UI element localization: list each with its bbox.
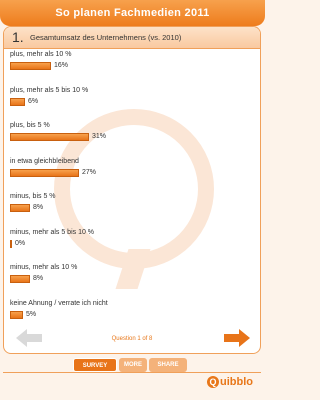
question-text: Gesamtumsatz des Unternehmens (vs. 2010) [30, 33, 182, 42]
answer-label: plus, mehr als 10 % [10, 51, 72, 58]
answer-percent: 8% [33, 204, 44, 211]
answer-percent: 0% [15, 239, 26, 247]
question-header: 1. Gesamtumsatz des Unternehmens (vs. 20… [4, 27, 260, 49]
answer-bar [10, 97, 25, 106]
answer-bar [10, 62, 51, 70]
next-question-button[interactable] [224, 329, 250, 347]
question-panel: 1. Gesamtumsatz des Unternehmens (vs. 20… [3, 26, 261, 354]
question-pager: Question 1 of 8 [111, 336, 153, 342]
answer-label: plus, bis 5 % [10, 122, 50, 129]
question-number: 1. [12, 29, 24, 45]
answer-percent: 5% [26, 310, 37, 318]
answer-label: minus, bis 5 % [10, 193, 56, 200]
answer-label: keine Ahnung / verrate ich nicht [10, 299, 108, 307]
answer-label: minus, mehr als 10 % [10, 264, 78, 271]
quibblo-logo-mark: Q [207, 376, 219, 389]
answer-item: plus, mehr als 5 bis 10 % 6% [10, 87, 250, 123]
quibblo-logo[interactable]: Quibblo [207, 376, 253, 389]
answer-item: minus, mehr als 10 % 8% [10, 264, 250, 300]
answer-label: plus, mehr als 5 bis 10 % [10, 86, 89, 94]
quibblo-logo-text: uibblo [220, 376, 253, 388]
answer-percent: 6% [28, 97, 39, 105]
answer-list: plus, mehr als 10 % 16% plus, mehr als 5… [10, 51, 250, 335]
answer-bar [10, 168, 79, 177]
answer-percent: 27% [82, 168, 97, 176]
footer-divider [3, 372, 261, 373]
answer-item: keine Ahnung / verrate ich nicht 5% [10, 300, 250, 336]
answer-label: in etwa gleichbleibend [10, 157, 79, 165]
answer-bar [10, 275, 30, 283]
answer-item: in etwa gleichbleibend 27% [10, 158, 250, 194]
tab-more[interactable]: MORE [119, 358, 147, 372]
answer-label: minus, mehr als 5 bis 10 % [10, 228, 95, 236]
answer-item: minus, mehr als 5 bis 10 % 0% [10, 229, 250, 265]
answer-percent: 16% [54, 62, 69, 69]
tab-survey[interactable]: SURVEY [73, 358, 117, 372]
answer-item: plus, mehr als 10 % 16% [10, 51, 250, 87]
answer-bar [10, 133, 89, 141]
answer-percent: 31% [92, 133, 107, 140]
answer-percent: 8% [33, 275, 44, 282]
survey-title: So planen Fachmedien 2011 [0, 0, 265, 26]
answer-bar [10, 204, 30, 212]
answer-item: minus, bis 5 % 8% [10, 193, 250, 229]
answer-bar [10, 239, 12, 248]
answer-item: plus, bis 5 % 31% [10, 122, 250, 158]
arrow-right-icon [224, 329, 250, 347]
answer-bar [10, 310, 23, 319]
tab-share[interactable]: SHARE [149, 358, 187, 372]
